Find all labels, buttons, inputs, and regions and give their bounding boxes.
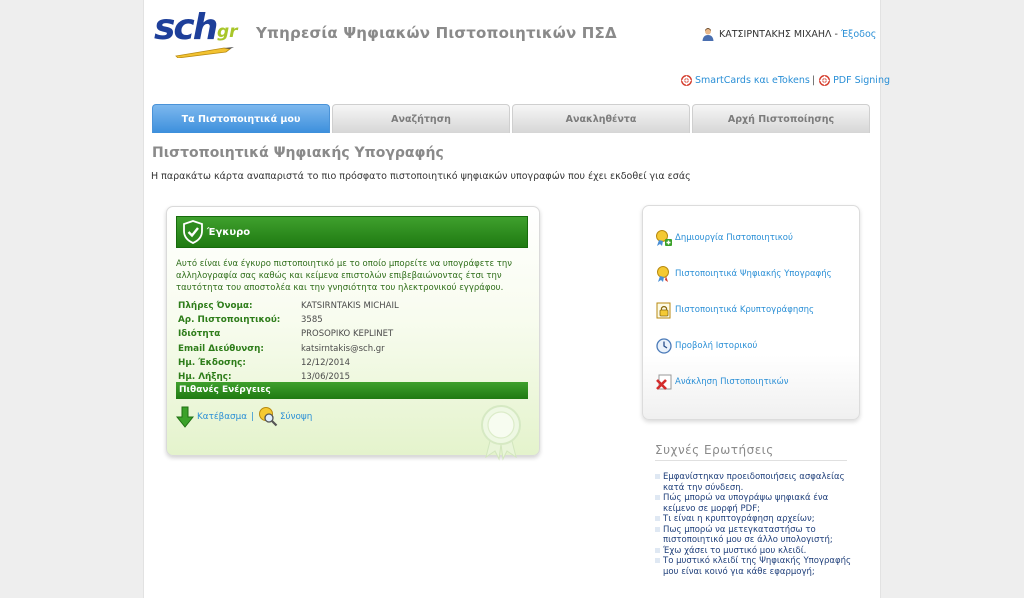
sidebar-item-label: Δημιουργία Πιστοποιητικού <box>675 233 793 243</box>
revoke-certificates-link[interactable]: Ανάκληση Πιστοποιητικών <box>655 373 789 391</box>
smartcards-label: SmartCards και eTokens <box>695 75 810 86</box>
possible-actions-header: Πιθανές Ενέργειες <box>176 382 528 399</box>
detail-value: 3585 <box>301 315 323 326</box>
summary-label: Σύνοψη <box>279 412 313 422</box>
download-arrow-icon <box>176 406 194 428</box>
smartcards-link[interactable]: SmartCards και eTokens <box>681 75 810 86</box>
summary-button[interactable]: Σύνοψη <box>258 406 312 428</box>
lifebuoy-icon <box>681 75 692 86</box>
tab-certification-authority[interactable]: Αρχή Πιστοποίησης <box>692 104 870 133</box>
pdf-signing-link[interactable]: PDF Signing <box>819 75 890 86</box>
history-clock-icon <box>656 338 672 354</box>
intro-text: Η παρακάτω κάρτα αναπαριστά το πιο πρόσφ… <box>151 171 691 182</box>
tab-search[interactable]: Αναζήτηση <box>332 104 510 133</box>
quick-links: SmartCards και eTokens | PDF Signing <box>681 75 890 86</box>
detail-value: 12/12/2014 <box>301 357 350 368</box>
detail-value: KATSIRNTAKIS MICHAIL <box>301 301 399 312</box>
sidebar-item-label: Προβολή Ιστορικού <box>675 341 758 351</box>
shield-check-icon <box>183 220 203 244</box>
certificate-seal-icon <box>481 405 521 461</box>
create-certificate-link[interactable]: Δημιουργία Πιστοποιητικού <box>655 229 793 247</box>
sidebar-item-label: Πιστοποιητικά Κρυπτογράφησης <box>675 305 814 315</box>
detail-label: Ιδιότητα <box>178 329 221 340</box>
link-separator: | <box>811 75 816 86</box>
sidebar-item-signature-certificates[interactable]: Πιστοποιητικά Ψηφιακής Υπογραφής <box>655 265 832 283</box>
sidebar-item-revoke-certificates[interactable]: Ανάκληση Πιστοποιητικών <box>655 373 789 391</box>
certificate-actions: Κατέβασμα | Σύνοψη <box>176 406 312 428</box>
detail-label: Πλήρες Όνομα: <box>178 301 253 312</box>
faq-item[interactable]: Πως μπορώ να μετεγκαταστήσω το πιστοποιη… <box>655 525 855 546</box>
detail-label: Αρ. Πιστοποιητικού: <box>178 315 281 326</box>
detail-value: katsirntakis@sch.gr <box>301 343 385 354</box>
page-title: Πιστοποιητικά Ψηφιακής Υπογραφής <box>152 145 444 161</box>
detail-row-full-name: Πλήρες Όνομα: KATSIRNTAKIS MICHAIL <box>178 299 399 313</box>
certificate-description: Αυτό είναι ένα έγκυρο πιστοποιητικό με τ… <box>176 259 513 293</box>
tab-revoked[interactable]: Ανακληθέντα <box>512 104 690 133</box>
tab-my-certificates[interactable]: Τα Πιστοποιητικά μου <box>152 104 330 133</box>
status-label: Έγκυρο <box>207 226 251 238</box>
site-title: Υπηρεσία Ψηφιακών Πιστοποιητικών ΠΣΔ <box>256 24 617 42</box>
sch-logo[interactable]: sch gr <box>154 7 249 58</box>
pdf-signing-label: PDF Signing <box>833 75 891 86</box>
sidebar-item-view-history[interactable]: Προβολή Ιστορικού <box>655 337 757 355</box>
faq-item[interactable]: Πώς μπορώ να υπογράψω ψηφιακά ένα κείμεν… <box>655 493 855 514</box>
faq-item[interactable]: Το μυστικό κλειδί της Ψηφιακής Υπογραφής… <box>655 556 855 577</box>
status-valid-bar: Έγκυρο <box>176 216 528 248</box>
main-tabs: Τα Πιστοποιητικά μου Αναζήτηση Ανακληθέν… <box>152 104 870 133</box>
logout-link[interactable]: Έξοδος <box>841 29 876 40</box>
encryption-certificate-icon <box>656 302 671 319</box>
download-label: Κατέβασμα <box>197 412 248 422</box>
summary-magnifier-icon <box>258 407 278 427</box>
detail-row-issue-date: Ημ. Έκδοσης: 12/12/2014 <box>178 356 399 370</box>
sidebar-item-label: Πιστοποιητικά Ψηφιακής Υπογραφής <box>675 269 832 279</box>
create-certificate-icon <box>656 230 672 246</box>
faq-item[interactable]: Εμφανίστηκαν προειδοποιήσεις ασφαλείας κ… <box>655 472 855 493</box>
faq-item[interactable]: Έχω χάσει το μυστικό μου κλειδί. <box>655 546 855 557</box>
faq-list: Εμφανίστηκαν προειδοποιήσεις ασφαλείας κ… <box>655 472 855 577</box>
user-area: ΚΑΤΣΙΡΝΤΑΚΗΣ ΜΙΧΑΗΛ - Έξοδος <box>702 28 876 41</box>
signature-certificates-link[interactable]: Πιστοποιητικά Ψηφιακής Υπογραφής <box>655 265 832 283</box>
user-icon <box>702 28 714 41</box>
detail-label: Email Διεύθυνση: <box>178 343 264 354</box>
detail-row-certificate-number: Αρ. Πιστοποιητικού: 3585 <box>178 313 399 327</box>
lifebuoy-icon <box>819 75 831 86</box>
signature-certificate-icon <box>657 266 669 282</box>
user-name: ΚΑΤΣΙΡΝΤΑΚΗΣ ΜΙΧΑΗΛ - <box>719 29 838 40</box>
logo-text: sch <box>154 7 218 48</box>
encryption-certificates-link[interactable]: Πιστοποιητικά Κρυπτογράφησης <box>655 301 814 319</box>
download-button[interactable]: Κατέβασμα <box>176 406 247 428</box>
logo-gr-text: gr <box>217 22 238 42</box>
certificate-details: Πλήρες Όνομα: KATSIRNTAKIS MICHAIL Αρ. Π… <box>178 299 399 384</box>
sidebar-item-create-certificate[interactable]: Δημιουργία Πιστοποιητικού <box>655 229 793 247</box>
pen-icon <box>175 47 234 58</box>
faq-item[interactable]: Τι είναι η κρυπτογράφηση αρχείων; <box>655 514 855 525</box>
faq-title: Συχνές Ερωτήσεις <box>655 443 847 461</box>
detail-label: Ημ. Έκδοσης: <box>178 357 246 368</box>
detail-row-email: Email Διεύθυνση: katsirntakis@sch.gr <box>178 342 399 356</box>
view-history-link[interactable]: Προβολή Ιστορικού <box>655 337 757 355</box>
detail-row-role: Ιδιότητα PROSOPIKO KEPLINET <box>178 327 399 341</box>
detail-value: 13/06/2015 <box>301 372 350 383</box>
sidebar-item-label: Ανάκληση Πιστοποιητικών <box>675 377 789 387</box>
action-separator: | <box>251 412 254 422</box>
detail-label: Ημ. Λήξης: <box>178 372 232 383</box>
revoke-certificate-icon <box>656 374 672 390</box>
sidebar-item-encryption-certificates[interactable]: Πιστοποιητικά Κρυπτογράφησης <box>655 301 814 319</box>
detail-value: PROSOPIKO KEPLINET <box>301 329 394 340</box>
